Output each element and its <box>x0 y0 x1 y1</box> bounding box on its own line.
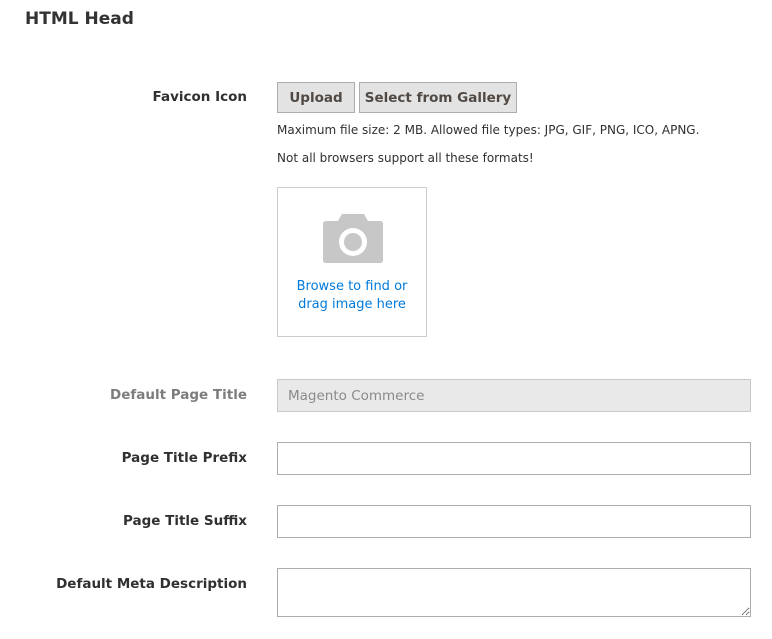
default-meta-description-textarea[interactable] <box>277 568 751 617</box>
browse-line-1[interactable]: Browse to find or <box>278 278 426 296</box>
page-title-prefix-input[interactable] <box>277 442 751 475</box>
default-page-title-label: Default Page Title <box>110 387 247 403</box>
upload-button[interactable]: Upload <box>277 82 355 113</box>
browser-support-note: Not all browsers support all these forma… <box>277 151 534 165</box>
browse-line-2[interactable]: drag image here <box>278 296 426 314</box>
favicon-label: Favicon Icon <box>152 89 247 105</box>
image-dropzone[interactable]: Browse to find or drag image here <box>277 187 427 337</box>
page-title-suffix-label: Page Title Suffix <box>122 513 247 529</box>
page-title-prefix-label: Page Title Prefix <box>121 450 247 466</box>
default-meta-description-label: Default Meta Description <box>56 576 247 592</box>
select-from-gallery-button[interactable]: Select from Gallery <box>359 82 517 113</box>
page-title-suffix-input[interactable] <box>277 505 751 538</box>
section-title: HTML Head <box>25 9 134 29</box>
camera-icon <box>322 212 384 268</box>
file-size-note: Maximum file size: 2 MB. Allowed file ty… <box>277 123 700 137</box>
browse-link[interactable]: Browse to find or drag image here <box>278 278 426 314</box>
default-page-title-field: Magento Commerce <box>277 379 751 412</box>
